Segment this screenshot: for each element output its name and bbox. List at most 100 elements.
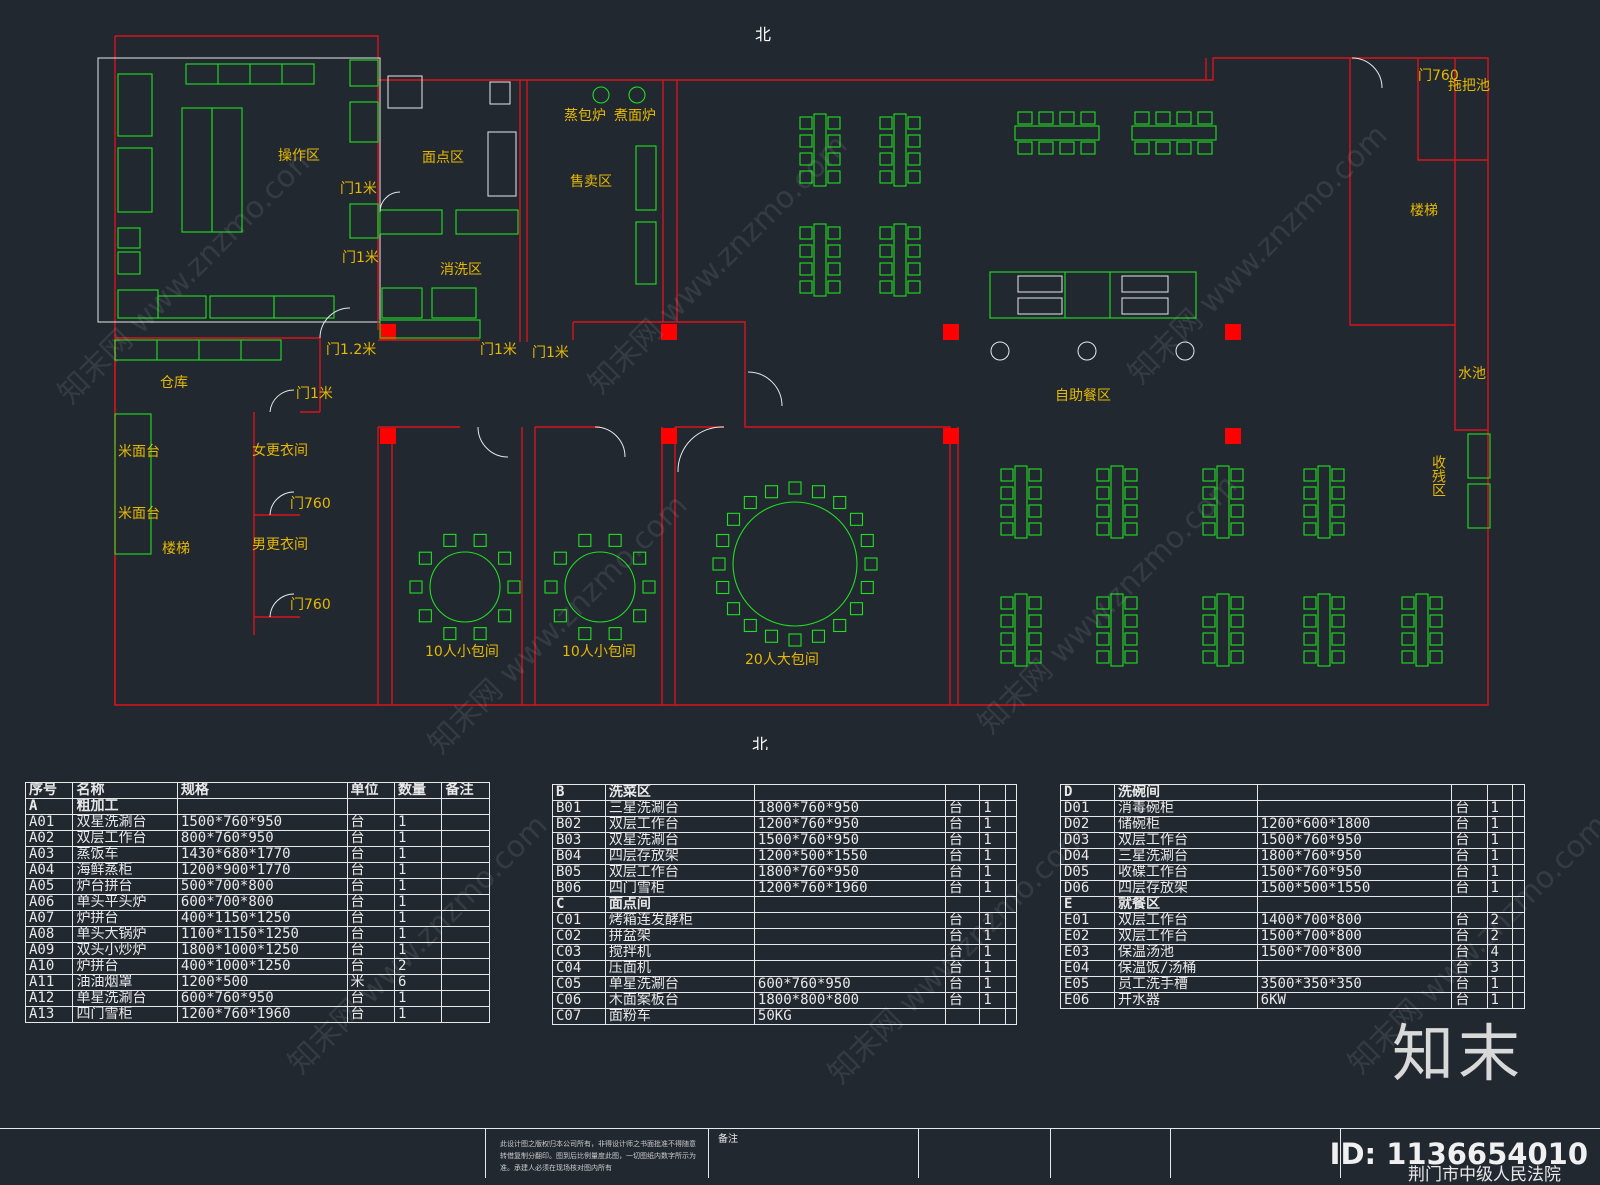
chair bbox=[1017, 111, 1033, 125]
item-remark bbox=[1004, 944, 1018, 961]
item-name: 粗加工 bbox=[72, 798, 178, 815]
item-name: 储碗柜 bbox=[1113, 816, 1258, 833]
item-name: 烤箱连发酵柜 bbox=[604, 912, 755, 929]
chair bbox=[1000, 632, 1014, 646]
table-row: B02 双层工作台 1200*760*950 台 1 bbox=[552, 816, 1018, 833]
chair bbox=[1230, 614, 1244, 628]
chair bbox=[473, 627, 487, 641]
chair bbox=[1028, 486, 1042, 500]
chair bbox=[827, 244, 841, 258]
chair bbox=[764, 629, 779, 643]
dining-table bbox=[1014, 465, 1028, 539]
item-qty: 1 bbox=[393, 814, 443, 831]
chair bbox=[827, 262, 841, 276]
item-code: A09 bbox=[24, 942, 74, 959]
item-code: 序号 bbox=[24, 782, 74, 799]
chair bbox=[1000, 614, 1014, 628]
chair bbox=[1429, 650, 1443, 664]
label-rice-1: 米面台 bbox=[118, 444, 160, 460]
chair bbox=[1000, 522, 1014, 536]
chair bbox=[907, 262, 921, 276]
table-row: A13 四门雪柜 1200*760*1960 台 1 bbox=[24, 1006, 490, 1023]
item-spec: 1430*680*1770 bbox=[176, 846, 348, 863]
chair bbox=[1134, 141, 1150, 155]
item-remark bbox=[1004, 960, 1018, 977]
item-unit bbox=[944, 784, 981, 801]
chair bbox=[473, 533, 487, 547]
item-code: B06 bbox=[552, 880, 606, 897]
label-stairs-right: 楼梯 bbox=[1410, 203, 1438, 219]
item-name: 员工洗手槽 bbox=[1113, 976, 1258, 993]
item-spec bbox=[176, 798, 348, 815]
item-qty: 1 bbox=[1486, 832, 1514, 849]
item-spec: 1500*760*950 bbox=[1256, 832, 1453, 849]
round-table bbox=[732, 501, 858, 627]
item-spec: 1500*760*950 bbox=[176, 814, 348, 831]
item-name: 单星洗涮台 bbox=[604, 976, 755, 993]
item-spec: 800*760*950 bbox=[176, 830, 348, 847]
chair bbox=[409, 580, 423, 594]
chair bbox=[1429, 596, 1443, 610]
item-spec: 1800*1000*1250 bbox=[176, 942, 348, 959]
chair bbox=[1331, 632, 1345, 646]
chair bbox=[799, 226, 813, 240]
item-name: 双星洗涮台 bbox=[72, 814, 178, 831]
chair bbox=[642, 580, 656, 594]
chair bbox=[1331, 504, 1345, 518]
chair bbox=[833, 495, 847, 510]
item-spec bbox=[753, 912, 946, 929]
item-qty: 1 bbox=[979, 976, 1006, 993]
chair bbox=[1038, 141, 1054, 155]
item-name: 双层工作台 bbox=[72, 830, 178, 847]
item-code: A02 bbox=[24, 830, 74, 847]
item-remark bbox=[1512, 784, 1525, 801]
chair bbox=[879, 116, 893, 130]
item-unit bbox=[1451, 784, 1488, 801]
item-remark bbox=[1004, 976, 1018, 993]
chair bbox=[1096, 504, 1110, 518]
item-qty bbox=[393, 798, 443, 815]
item-code: A bbox=[24, 798, 74, 815]
door-label: 门1米 bbox=[296, 386, 333, 402]
chair bbox=[507, 580, 521, 594]
chair bbox=[1401, 650, 1415, 664]
chair bbox=[1303, 522, 1317, 536]
item-unit: 台 bbox=[944, 992, 981, 1009]
item-name: 压面机 bbox=[604, 960, 755, 977]
chair bbox=[1080, 111, 1096, 125]
chair bbox=[443, 533, 457, 547]
chair bbox=[578, 533, 592, 547]
item-spec: 1800*760*950 bbox=[753, 800, 946, 817]
item-name: 四门雪柜 bbox=[72, 1006, 178, 1023]
chair bbox=[879, 170, 893, 184]
chair bbox=[1303, 468, 1317, 482]
chair bbox=[1176, 111, 1192, 125]
chair bbox=[716, 533, 730, 548]
chair bbox=[1028, 614, 1042, 628]
item-code: E05 bbox=[1060, 976, 1115, 993]
item-code: E01 bbox=[1060, 912, 1115, 929]
table-row: C01 烤箱连发酵柜台 1 bbox=[552, 912, 1018, 929]
door-label: 门760 bbox=[1418, 68, 1459, 84]
item-remark bbox=[1512, 944, 1525, 961]
item-remark bbox=[1004, 992, 1018, 1009]
door-label: 门1米 bbox=[342, 250, 379, 266]
item-qty: 1 bbox=[979, 960, 1006, 977]
item-code: C02 bbox=[552, 928, 606, 945]
chair bbox=[907, 134, 921, 148]
chair bbox=[907, 244, 921, 258]
item-code: B bbox=[552, 784, 606, 801]
item-unit: 台 bbox=[944, 816, 981, 833]
item-unit: 台 bbox=[346, 814, 395, 831]
label-rice-2: 米面台 bbox=[118, 506, 160, 522]
chair bbox=[1230, 650, 1244, 664]
chair bbox=[1230, 522, 1244, 536]
item-code: A08 bbox=[24, 926, 74, 943]
item-remark bbox=[1004, 800, 1018, 817]
label-female-locker: 女更衣间 bbox=[252, 442, 308, 459]
item-code: A03 bbox=[24, 846, 74, 863]
table-row: B01 三星洗涮台 1800*760*950 台 1 bbox=[552, 800, 1018, 817]
kitchen-equipment bbox=[114, 59, 657, 555]
dining-table bbox=[1317, 465, 1331, 539]
item-name: 双层工作台 bbox=[1113, 912, 1258, 929]
